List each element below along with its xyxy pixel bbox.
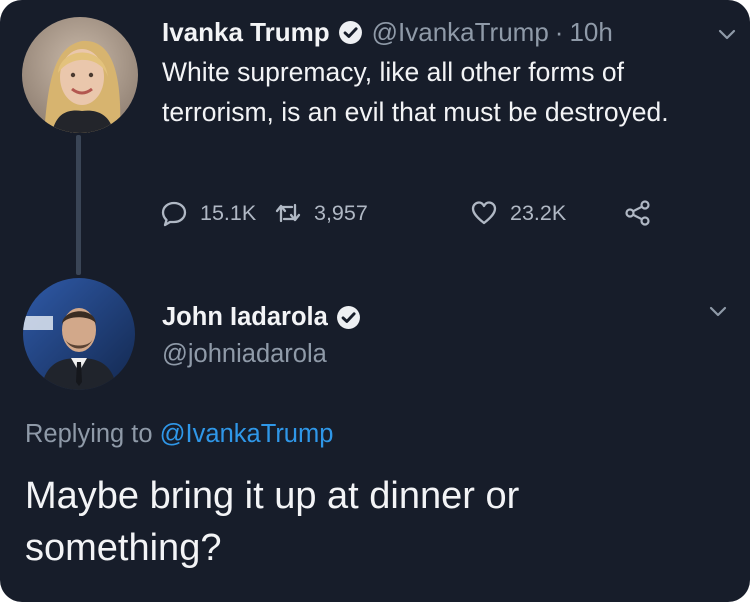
- verified-icon: [338, 20, 363, 45]
- tweet-timestamp[interactable]: 10h: [569, 17, 612, 48]
- replying-prefix: Replying to: [25, 420, 153, 448]
- reply-author: John Iadarola: [162, 300, 361, 334]
- avatar[interactable]: [22, 17, 138, 133]
- author-name[interactable]: John Iadarola: [162, 303, 328, 332]
- avatar[interactable]: [23, 278, 135, 390]
- chevron-down-icon[interactable]: [709, 306, 727, 318]
- like-icon: [470, 199, 498, 227]
- retweet-count: 3,957: [314, 200, 368, 225]
- avatar-photo: [22, 17, 138, 133]
- reply-count: 15.1K: [200, 200, 257, 225]
- replying-to-line: Replying to @IvankaTrump: [25, 420, 333, 449]
- retweet-button[interactable]: 3,957: [274, 199, 368, 227]
- avatar-photo: [23, 278, 135, 390]
- like-count: 23.2K: [510, 200, 567, 225]
- share-button[interactable]: [624, 199, 652, 227]
- reply-icon: [160, 199, 188, 227]
- share-icon: [624, 199, 652, 227]
- reply-text: Maybe bring it up at dinner or something…: [25, 475, 520, 569]
- author-name[interactable]: Ivanka Trump: [162, 17, 330, 48]
- separator-dot: ·: [554, 16, 564, 47]
- author-handle[interactable]: @johniadarola: [162, 340, 327, 369]
- mention-link[interactable]: @IvankaTrump: [160, 420, 334, 448]
- thread-connector-line: [76, 135, 81, 275]
- chevron-down-icon[interactable]: [718, 29, 736, 41]
- like-button[interactable]: 23.2K: [470, 199, 566, 227]
- retweet-icon: [274, 199, 302, 227]
- tweet-text: White supremacy, like all other forms of…: [162, 57, 669, 127]
- tweet-thread: Ivanka Trump @IvankaTrump · 10h White su…: [0, 0, 750, 602]
- reply-button[interactable]: 15.1K: [160, 199, 256, 227]
- author-handle[interactable]: @IvankaTrump: [372, 17, 549, 48]
- verified-icon: [336, 305, 361, 330]
- tweet-header: Ivanka Trump @IvankaTrump · 10h: [162, 15, 613, 49]
